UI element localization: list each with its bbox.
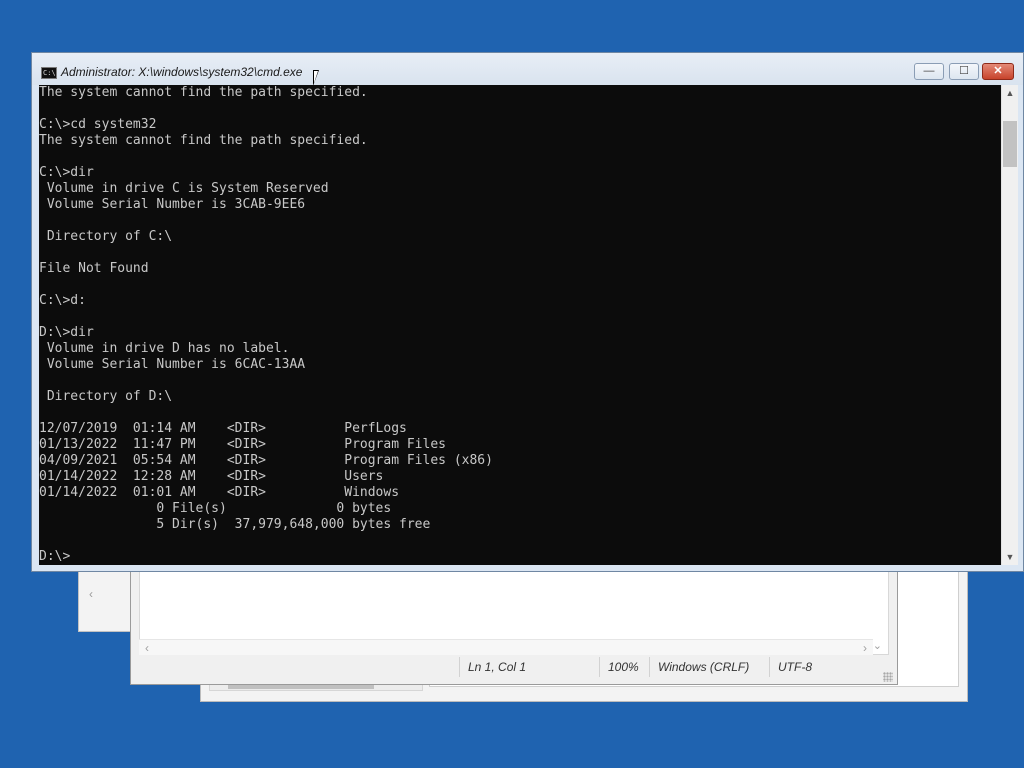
cmd-icon[interactable]: C:\ — [41, 67, 57, 79]
console-line: 01/13/2022 11:47 PM <DIR> Program Files — [39, 437, 446, 452]
console-line: D:\>dir — [39, 325, 94, 340]
console-line: The system cannot find the path specifie… — [39, 133, 368, 148]
scroll-right-icon[interactable]: › — [863, 641, 867, 655]
console-line: 04/09/2021 05:54 AM <DIR> Program Files … — [39, 453, 493, 468]
status-line-ending: Windows (CRLF) — [649, 657, 769, 677]
resize-grip-icon[interactable] — [883, 672, 893, 682]
status-encoding: UTF-8 — [769, 657, 879, 677]
console-line: The system cannot find the path specifie… — [39, 85, 368, 100]
console-line: Volume Serial Number is 3CAB-9EE6 — [39, 197, 306, 212]
console-line: 5 Dir(s) 37,979,648,000 bytes free — [39, 517, 431, 532]
maximize-button[interactable]: ☐ — [949, 63, 979, 80]
console-line: D:\> — [39, 549, 71, 564]
cmd-window[interactable]: C:\ Administrator: X:\windows\system32\c… — [31, 52, 1024, 572]
console-line: C:\>cd system32 — [39, 117, 157, 132]
scrollbar-thumb[interactable] — [1003, 121, 1017, 167]
title-bar[interactable]: C:\ Administrator: X:\windows\system32\c… — [32, 53, 1023, 85]
console-line: 01/14/2022 01:01 AM <DIR> Windows — [39, 485, 400, 500]
console-line: C:\>dir — [39, 165, 94, 180]
minimize-button[interactable]: — — [914, 63, 944, 80]
status-cursor-position: Ln 1, Col 1 — [459, 657, 599, 677]
console-line: 0 File(s) 0 bytes — [39, 501, 392, 516]
mouse-pointer-icon — [313, 70, 325, 86]
console-line: Directory of C:\ — [39, 229, 173, 244]
console-text: The system cannot find the path specifie… — [39, 85, 1001, 565]
scroll-up-icon[interactable]: ▲ — [1002, 85, 1018, 101]
console-line: 12/07/2019 01:14 AM <DIR> PerfLogs — [39, 421, 407, 436]
console-vertical-scrollbar[interactable]: ▲ ▼ — [1001, 85, 1018, 565]
window-title: Administrator: X:\windows\system32\cmd.e… — [61, 65, 303, 79]
notepad-window[interactable]: ⌄ ‹ › Ln 1, Col 1 100% Windows (CRLF) UT… — [130, 560, 898, 685]
console-line: 01/14/2022 12:28 AM <DIR> Users — [39, 469, 384, 484]
notepad-horizontal-scrollbar[interactable]: ‹ › — [139, 639, 873, 655]
scroll-down-icon[interactable]: ⌄ — [873, 639, 882, 652]
close-button[interactable]: ✕ — [982, 63, 1014, 80]
notepad-status-bar: Ln 1, Col 1 100% Windows (CRLF) UTF-8 — [139, 657, 889, 677]
status-zoom: 100% — [599, 657, 649, 677]
console-line: C:\>d: — [39, 293, 86, 308]
console-line: Directory of D:\ — [39, 389, 173, 404]
scroll-left-icon[interactable]: ‹ — [145, 641, 149, 655]
console-output[interactable]: The system cannot find the path specifie… — [39, 85, 1001, 565]
console-line: File Not Found — [39, 261, 149, 276]
console-line: Volume in drive C is System Reserved — [39, 181, 329, 196]
console-line: Volume Serial Number is 6CAC-13AA — [39, 357, 306, 372]
scroll-down-icon[interactable]: ▼ — [1002, 549, 1018, 565]
console-line: Volume in drive D has no label. — [39, 341, 290, 356]
scroll-left-icon[interactable]: ‹ — [89, 587, 93, 601]
